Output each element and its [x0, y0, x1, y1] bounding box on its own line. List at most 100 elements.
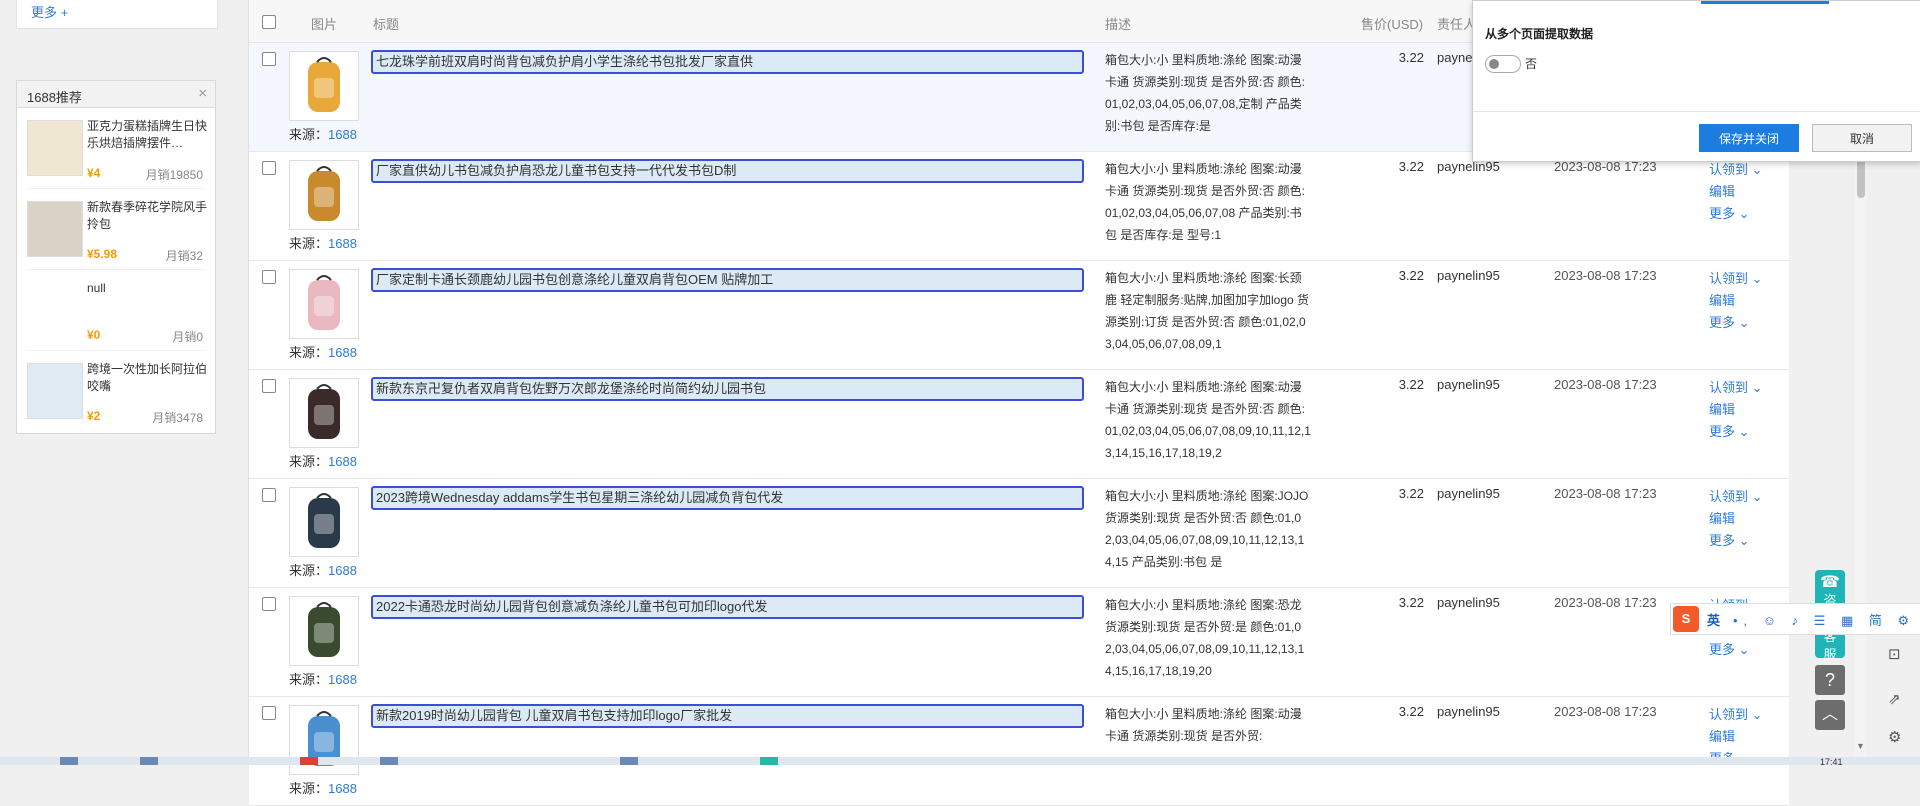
popup-accent-bar — [1701, 1, 1829, 4]
title-input[interactable]: 厂家直供幼儿书包减负护肩恐龙儿童书包支持一代代发书包D制 — [371, 159, 1084, 183]
recommend-item[interactable]: null ¥0 月销0 — [27, 270, 205, 351]
close-icon[interactable]: × — [198, 85, 207, 102]
row-checkbox[interactable] — [262, 52, 276, 66]
more-link[interactable]: 更多 ⌄ — [1709, 421, 1763, 443]
screenshot-icon[interactable]: ⊡ — [1888, 645, 1901, 663]
source-link[interactable]: 1688 — [328, 781, 357, 796]
help-button[interactable]: ? — [1815, 665, 1845, 695]
scroll-down-icon[interactable]: ▼ — [1856, 741, 1865, 751]
claim-link[interactable]: 认领到 ⌄ — [1709, 268, 1763, 290]
backpack-icon — [308, 493, 340, 548]
product-thumbnail[interactable] — [289, 378, 359, 448]
source-label: 来源：1688 — [289, 127, 357, 142]
header-owner: 责任人 — [1437, 17, 1477, 32]
source-link[interactable]: 1688 — [328, 454, 357, 469]
title-input[interactable]: 2023跨境Wednesday addams学生书包星期三涤纶幼儿园减负背包代发 — [371, 486, 1084, 510]
recommend-item-title[interactable]: 亚克力蛋糕插牌生日快乐烘焙插牌摆件… — [87, 118, 207, 152]
more-link[interactable]: 更多 ⌄ — [1709, 312, 1763, 334]
owner-value: paynelin95 — [1437, 268, 1500, 283]
source-link[interactable]: 1688 — [328, 563, 357, 578]
recommend-item-title[interactable]: 跨境一次性加长阿拉伯咬嘴 — [87, 361, 207, 395]
recommend-item-title[interactable]: null — [87, 280, 207, 297]
taskbar-app[interactable] — [380, 757, 398, 765]
multi-page-extract-label: 从多个页面提取数据 — [1485, 27, 1594, 41]
title-input[interactable]: 七龙珠学前班双肩时尚背包减负护肩小学生涤纶书包批发厂家直供 — [371, 50, 1084, 74]
select-all-checkbox[interactable] — [262, 15, 276, 29]
title-input[interactable]: 新款2019时尚幼儿园背包 儿童双肩书包支持加印logo厂家批发 — [371, 704, 1084, 728]
ime-toolbar: S 英 •, ☺ ♪ ☰ ▦ 简 ⚙ — [1670, 603, 1920, 635]
description-text: 箱包大小:小 里料质地:涤纶 图案:JOJO 货源类别:现货 是否外贸:否 颜色… — [1105, 489, 1309, 569]
description-text: 箱包大小:小 里料质地:涤纶 图案:长颈鹿 轻定制服务:贴牌,加图加字加logo… — [1105, 271, 1310, 351]
table-row[interactable]: 来源：1688 厂家定制卡通长颈鹿幼儿园书包创意涤纶儿童双肩背包OEM 贴牌加工箱… — [249, 261, 1789, 370]
product-thumbnail — [27, 363, 83, 419]
taskbar — [0, 757, 1920, 765]
table-row[interactable]: 来源：1688 2022卡通恐龙时尚幼儿园背包创意减负涤纶儿童书包可加印logo代… — [249, 588, 1789, 697]
recommend-item[interactable]: 新款春季碎花学院风手拎包 ¥5.98 月销32 — [27, 189, 207, 270]
taskbar-app[interactable] — [300, 757, 318, 765]
row-checkbox[interactable] — [262, 706, 276, 720]
product-thumbnail[interactable] — [289, 51, 359, 121]
sogou-logo-icon[interactable]: S — [1673, 606, 1699, 632]
title-input[interactable]: 2022卡通恐龙时尚幼儿园背包创意减负涤纶儿童书包可加印logo代发 — [371, 595, 1084, 619]
taskbar-app[interactable] — [60, 757, 78, 765]
backpack-icon — [308, 57, 340, 112]
source-link[interactable]: 1688 — [328, 672, 357, 687]
product-thumbnail[interactable] — [289, 269, 359, 339]
date-value: 2023-08-08 17:23 — [1554, 268, 1657, 283]
row-checkbox[interactable] — [262, 488, 276, 502]
multi-page-toggle[interactable] — [1485, 55, 1521, 73]
product-thumbnail[interactable] — [289, 596, 359, 666]
table-row[interactable]: 来源：1688 厂家直供幼儿书包减负护肩恐龙儿童书包支持一代代发书包D制 箱包大小:… — [249, 152, 1789, 261]
row-checkbox[interactable] — [262, 379, 276, 393]
product-thumbnail[interactable] — [289, 487, 359, 557]
save-and-close-button[interactable]: 保存并关闭 — [1699, 124, 1799, 152]
recommend-item-title[interactable]: 新款春季碎花学院风手拎包 — [87, 199, 207, 233]
product-thumbnail[interactable] — [289, 160, 359, 230]
recommend-item[interactable]: 跨境一次性加长阿拉伯咬嘴 ¥2 月销3478 — [27, 351, 207, 431]
gear-icon[interactable]: ⚙ — [1888, 728, 1901, 746]
price-value: 3.22 — [1398, 704, 1424, 719]
title-input[interactable]: 厂家定制卡通长颈鹿幼儿园书包创意涤纶儿童双肩背包OEM 贴牌加工 — [371, 268, 1084, 292]
table-row[interactable]: 来源：1688 2023跨境Wednesday addams学生书包星期三涤纶幼儿… — [249, 479, 1789, 588]
taskbar-app[interactable] — [620, 757, 638, 765]
more-link[interactable]: 更多 + — [31, 2, 68, 21]
recommend-item[interactable]: 亚克力蛋糕插牌生日快乐烘焙插牌摆件… ¥4 月销19850 — [27, 108, 207, 189]
date-value: 2023-08-08 17:23 — [1554, 377, 1657, 392]
edit-link[interactable]: 编辑 — [1709, 508, 1763, 530]
source-link[interactable]: 1688 — [328, 127, 357, 142]
edit-link[interactable]: 编辑 — [1709, 726, 1763, 748]
more-link[interactable]: 更多 ⌄ — [1709, 639, 1763, 661]
table-row[interactable]: 来源：1688 新款2019时尚幼儿园背包 儿童双肩书包支持加印logo厂家批发箱… — [249, 697, 1789, 806]
edit-link[interactable]: 编辑 — [1709, 290, 1763, 312]
source-label: 来源：1688 — [289, 781, 357, 796]
title-input[interactable]: 新款东京卍复仇者双肩背包佐野万次郎龙堡涤纶时尚简约幼儿园书包 — [371, 377, 1084, 401]
source-link[interactable]: 1688 — [328, 236, 357, 251]
claim-link[interactable]: 认领到 ⌄ — [1709, 704, 1763, 726]
source-link[interactable]: 1688 — [328, 345, 357, 360]
source-label: 来源：1688 — [289, 672, 357, 687]
row-checkbox[interactable] — [262, 270, 276, 284]
row-checkbox[interactable] — [262, 161, 276, 175]
claim-link[interactable]: 认领到 ⌄ — [1709, 377, 1763, 399]
price-value: 3.22 — [1398, 268, 1424, 283]
more-link[interactable]: 更多 ⌄ — [1709, 530, 1763, 552]
taskbar-app[interactable] — [140, 757, 158, 765]
edit-link[interactable]: 编辑 — [1709, 399, 1763, 421]
date-value: 2023-08-08 17:23 — [1554, 595, 1657, 610]
row-actions: 认领到 ⌄编辑更多 ⌄ — [1709, 268, 1763, 334]
ime-tool-icons[interactable]: •, ☺ ♪ ☰ ▦ 简 ⚙ — [1733, 610, 1915, 629]
cancel-button[interactable]: 取消 — [1812, 124, 1912, 152]
recommend-panel: 1688推荐 × 亚克力蛋糕插牌生日快乐烘焙插牌摆件… ¥4 月销19850 新… — [16, 80, 216, 434]
row-checkbox[interactable] — [262, 597, 276, 611]
claim-link[interactable]: 认领到 ⌄ — [1709, 486, 1763, 508]
ime-language-toggle[interactable]: 英 — [1707, 610, 1720, 629]
claim-link[interactable]: 认领到 ⌄ — [1709, 159, 1763, 181]
more-link[interactable]: 更多 ⌄ — [1709, 203, 1763, 225]
table-row[interactable]: 来源：1688 新款东京卍复仇者双肩背包佐野万次郎龙堡涤纶时尚简约幼儿园书包 箱包大… — [249, 370, 1789, 479]
recommend-title: 1688推荐 — [27, 90, 82, 105]
share-icon[interactable]: ⇗ — [1888, 690, 1901, 708]
edit-link[interactable]: 编辑 — [1709, 181, 1763, 203]
taskbar-app[interactable] — [760, 757, 778, 765]
extract-settings-popup: 从多个页面提取数据 否 保存并关闭 取消 — [1472, 0, 1920, 162]
back-to-top-button[interactable]: ︿ — [1815, 700, 1845, 730]
